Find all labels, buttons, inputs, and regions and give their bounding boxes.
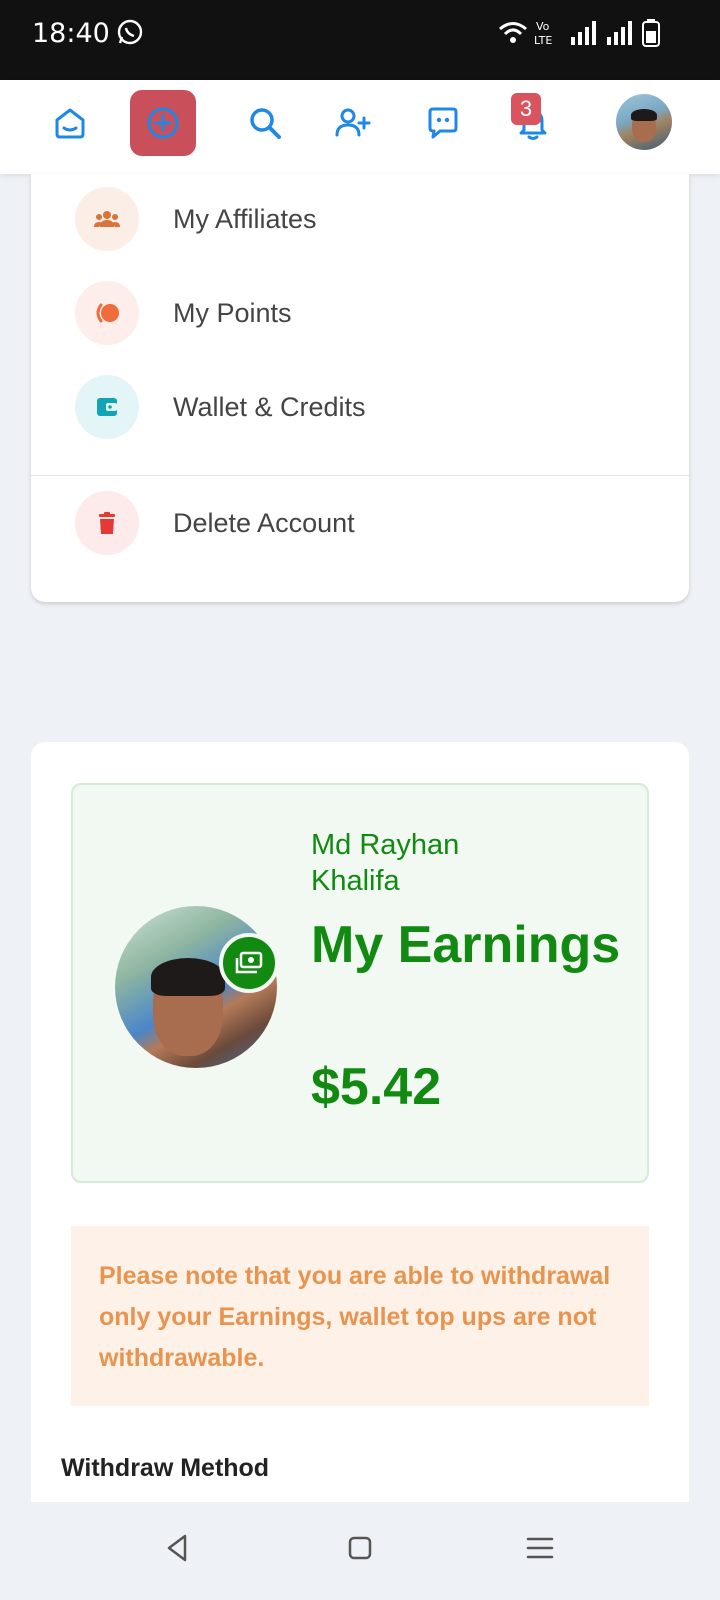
signal-icon [607, 21, 632, 45]
wifi-icon [499, 22, 527, 43]
whatsapp-icon [117, 19, 143, 45]
add-friend-button[interactable] [320, 90, 386, 156]
avatar[interactable] [616, 94, 672, 150]
earnings-card: Md Rayhan Khalifa My Earnings $5.42 Plea… [31, 742, 689, 1502]
messages-icon [428, 107, 458, 139]
menu-icon [526, 1537, 554, 1559]
menu-item-delete-account[interactable]: Delete Account [31, 478, 689, 568]
withdraw-notice: Please note that you are able to withdra… [71, 1226, 649, 1406]
volte-icon: Vo LTE [534, 20, 552, 47]
status-bar: 18:40 Vo LTE [0, 0, 720, 80]
back-button[interactable] [158, 1528, 198, 1568]
menu-item-label: My Affiliates [173, 203, 317, 234]
svg-text:LTE: LTE [534, 34, 552, 47]
notice-text: Please note that you are able to withdra… [99, 1262, 611, 1372]
menu-item-label: Wallet & Credits [173, 391, 366, 422]
menu-icon-bg [75, 281, 139, 345]
battery-icon [642, 19, 660, 47]
users-icon [94, 211, 120, 227]
recents-button[interactable] [520, 1528, 560, 1568]
create-post-button[interactable] [130, 90, 196, 156]
menu-icon-bg [75, 491, 139, 555]
earnings-amount: $5.42 [311, 1058, 442, 1116]
account-menu: My Affiliates My Points Wallet & Credits [31, 174, 689, 602]
home-nav-button[interactable] [340, 1528, 380, 1568]
menu-item-label: Delete Account [173, 507, 355, 538]
home-icon [55, 108, 85, 139]
menu-icon-bg [75, 375, 139, 439]
user-name: Md Rayhan Khalifa [311, 829, 460, 897]
system-nav-bar [0, 1502, 720, 1600]
earnings-title: My Earnings [311, 916, 621, 974]
home-square-icon [348, 1536, 372, 1560]
add-friend-icon [335, 108, 371, 137]
menu-divider [31, 475, 689, 476]
create-post-icon [147, 107, 179, 139]
back-icon [167, 1534, 187, 1562]
messages-button[interactable] [410, 90, 476, 156]
money-icon [235, 951, 263, 974]
menu-item-my-affiliates[interactable]: My Affiliates [31, 174, 689, 264]
menu-item-wallet-credits[interactable]: Wallet & Credits [31, 362, 689, 452]
status-icons: Vo LTE [498, 18, 660, 48]
svg-text:Vo: Vo [536, 20, 550, 33]
search-icon [250, 108, 281, 139]
notification-badge: 3 [511, 93, 541, 125]
search-button[interactable] [232, 90, 298, 156]
withdraw-method-label: Withdraw Method [61, 1454, 270, 1482]
top-nav: 3 [0, 80, 720, 174]
points-icon [96, 303, 119, 323]
status-time: 18:40 [32, 18, 110, 49]
trash-icon [99, 512, 115, 534]
menu-item-my-points[interactable]: My Points [31, 268, 689, 358]
menu-icon-bg [75, 187, 139, 251]
wallet-icon [97, 398, 117, 416]
earnings-summary: Md Rayhan Khalifa My Earnings $5.42 [71, 783, 649, 1183]
avatar-hair [151, 958, 225, 996]
home-button[interactable] [37, 90, 103, 156]
menu-item-label: My Points [173, 297, 292, 328]
signal-icon [571, 21, 596, 45]
money-badge [219, 933, 279, 993]
